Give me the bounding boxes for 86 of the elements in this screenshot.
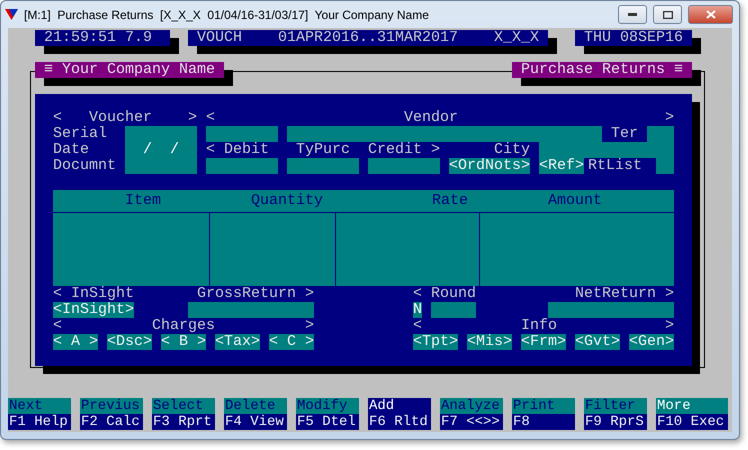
- section-title: Voucher: [89, 110, 152, 126]
- function-key[interactable]: F10 Exec: [656, 414, 728, 430]
- clock-status: 21:59:51 7.9: [35, 30, 170, 46]
- function-key[interactable]: Modify: [296, 398, 359, 414]
- user-text: X_X_X: [494, 30, 540, 46]
- window-title: [M:1] Purchase Returns [X_X_X 01/04/16-31/03/17] Your Company Name: [24, 8, 430, 22]
- credit-field[interactable]: [368, 158, 440, 174]
- section-arrow: <: [53, 110, 62, 126]
- function-key[interactable]: Analyze: [440, 398, 503, 414]
- info-button[interactable]: <Gvt>: [575, 334, 620, 350]
- function-key[interactable]: Previus: [80, 398, 143, 414]
- field-label: Serial: [53, 126, 108, 142]
- app-logo-icon: [5, 8, 18, 21]
- function-key[interactable]: F7 <<>>: [440, 414, 503, 430]
- section-arrow: >: [665, 318, 674, 334]
- city-label: City: [494, 142, 530, 158]
- charge-button[interactable]: < C >: [269, 334, 314, 350]
- city-field[interactable]: [539, 142, 674, 158]
- gross-return-field[interactable]: [188, 302, 314, 318]
- round-field[interactable]: [431, 302, 476, 318]
- debit-field[interactable]: [206, 158, 278, 174]
- function-key[interactable]: Next: [8, 398, 71, 414]
- section-arrow: <: [413, 318, 422, 334]
- function-key[interactable]: F3 Rprt: [152, 414, 215, 430]
- maximize-icon: [662, 10, 672, 18]
- function-key[interactable]: F1 Help: [8, 414, 71, 430]
- info-button[interactable]: <Frm>: [521, 334, 566, 350]
- section-arrow: >: [305, 318, 314, 334]
- ref-button[interactable]: <Ref>: [539, 158, 584, 174]
- insight-button[interactable]: <InSight>: [53, 302, 134, 318]
- close-button[interactable]: [688, 5, 733, 24]
- column-header: Item: [125, 193, 162, 209]
- function-key[interactable]: Add: [368, 398, 431, 414]
- minimize-button[interactable]: [618, 5, 647, 24]
- gross-return-label: GrossReturn >: [197, 286, 314, 302]
- date-status: THU 08SEP16: [575, 30, 692, 46]
- function-key[interactable]: More: [656, 398, 728, 414]
- minimize-icon: [628, 12, 637, 16]
- vendor-field[interactable]: [287, 126, 602, 142]
- debit-label: < Debit: [206, 142, 270, 158]
- field-label: Documnt: [53, 158, 116, 174]
- net-return-label: NetReturn >: [575, 286, 674, 302]
- insight-label: < InSight: [53, 286, 134, 302]
- round-flag-field[interactable]: N: [413, 302, 422, 318]
- typurc-field[interactable]: [287, 158, 359, 174]
- maximize-button[interactable]: [653, 5, 682, 24]
- charge-button[interactable]: < B >: [161, 334, 206, 350]
- info-button[interactable]: <Mis>: [467, 334, 512, 350]
- net-return-field[interactable]: [548, 302, 674, 318]
- mode-text: VOUCH: [197, 30, 242, 46]
- rtlist-field[interactable]: [656, 158, 674, 174]
- info-button[interactable]: <Tpt>: [413, 334, 458, 350]
- function-key[interactable]: F6 Rltd: [368, 414, 431, 430]
- section-arrow: >: [188, 110, 198, 126]
- date-field[interactable]: / /: [125, 126, 197, 174]
- function-key[interactable]: Select: [152, 398, 215, 414]
- charge-button[interactable]: < A >: [53, 334, 98, 350]
- period-text: 01APR2016..31MAR2017: [278, 30, 458, 46]
- credit-label: Credit >: [368, 142, 440, 158]
- round-label: < Round: [413, 286, 476, 302]
- column-header: Amount: [548, 193, 602, 209]
- field-label: Date: [53, 142, 90, 158]
- close-icon: [706, 10, 716, 19]
- function-key[interactable]: F9 RprS: [584, 414, 647, 430]
- typurc-label: TyPurc: [296, 142, 350, 158]
- function-key[interactable]: F8: [512, 414, 575, 430]
- function-key[interactable]: F4 View: [224, 414, 287, 430]
- ordnots-button[interactable]: <OrdNots>: [449, 158, 530, 174]
- function-key[interactable]: Print: [512, 398, 575, 414]
- function-key[interactable]: Delete: [224, 398, 287, 414]
- section-title: Vendor: [404, 110, 458, 126]
- ter-field[interactable]: [647, 126, 674, 142]
- section-title: Info: [521, 318, 558, 334]
- column-header: Rate: [432, 193, 468, 209]
- charge-button[interactable]: <Tax>: [215, 334, 260, 350]
- function-key[interactable]: F2 Calc: [80, 414, 143, 430]
- section-arrow: <: [206, 110, 216, 126]
- info-button[interactable]: <Gen>: [629, 334, 674, 350]
- section-arrow: <: [53, 318, 62, 334]
- charge-button[interactable]: <Dsc>: [107, 334, 152, 350]
- section-title: Charges: [152, 318, 216, 334]
- input-field[interactable]: [206, 126, 278, 142]
- section-arrow: >: [665, 110, 674, 126]
- function-key[interactable]: Filter: [584, 398, 647, 414]
- column-header: Quantity: [251, 193, 324, 209]
- function-key[interactable]: F5 Dtel: [296, 414, 359, 430]
